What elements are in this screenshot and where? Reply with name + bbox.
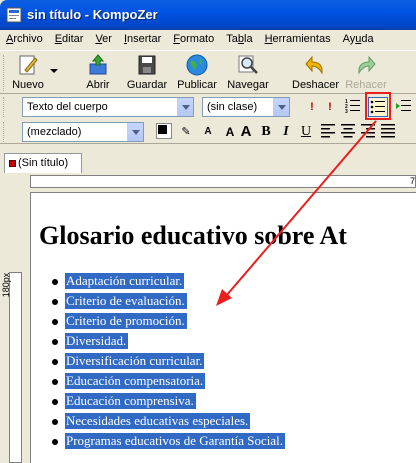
menu-editar[interactable]: Editar bbox=[49, 30, 90, 49]
numbered-list-icon: 1 2 3 bbox=[345, 99, 360, 115]
highlight-pencil-icon[interactable]: ✎ bbox=[176, 122, 196, 142]
bullet-icon bbox=[52, 439, 58, 445]
format-toolbar-2-grip[interactable] bbox=[3, 122, 6, 142]
new-button[interactable]: Nuevo bbox=[8, 53, 48, 93]
format-toolbar-grip[interactable] bbox=[3, 97, 6, 117]
bullet-icon bbox=[52, 419, 58, 425]
text-color-swatch bbox=[158, 125, 167, 134]
vertical-ruler-area: 180px bbox=[0, 192, 30, 463]
bullet-icon bbox=[52, 279, 58, 285]
redo-button[interactable]: Rehacer bbox=[344, 53, 388, 93]
list-item[interactable]: Adaptación curricular. bbox=[52, 273, 285, 293]
editor-area[interactable]: Glosario educativo sobre At Adaptación c… bbox=[30, 192, 416, 463]
publish-button[interactable]: Publicar bbox=[176, 53, 218, 93]
menu-herramientas[interactable]: Herramientas bbox=[259, 30, 337, 49]
menu-insertar[interactable]: Insertar bbox=[118, 30, 167, 49]
bullet-icon bbox=[52, 299, 58, 305]
align-left-button[interactable] bbox=[318, 122, 338, 142]
new-dropdown-arrow-icon[interactable] bbox=[50, 69, 58, 73]
bullet-icon bbox=[52, 319, 58, 325]
important-mark-2-icon[interactable]: ! bbox=[320, 97, 340, 117]
justify-button[interactable] bbox=[378, 122, 398, 142]
main-toolbar: Nuevo Abrir Guardar Publicar Navegar Des… bbox=[0, 50, 416, 94]
align-center-button[interactable] bbox=[338, 122, 358, 142]
bullet-icon bbox=[52, 399, 58, 405]
menu-ayuda[interactable]: Ayuda bbox=[337, 30, 380, 49]
kompozer-window: sin título - KompoZer Archivo Editar Ver… bbox=[0, 0, 416, 463]
justify-icon bbox=[381, 124, 395, 138]
format-toolbar-2: (mezclado) ✎ A A A B I U bbox=[0, 120, 416, 144]
align-left-icon bbox=[321, 124, 335, 138]
text-color-button[interactable] bbox=[156, 123, 172, 139]
undo-arrow-icon bbox=[305, 55, 323, 75]
font-select[interactable]: (mezclado) bbox=[22, 122, 144, 142]
format-toolbar-1: Texto del cuerpo (sin clase) ! ! 1 2 3 bbox=[0, 95, 416, 119]
unsaved-document-icon bbox=[9, 159, 16, 167]
menu-formato[interactable]: Formato bbox=[167, 30, 220, 49]
class-select[interactable]: (sin clase) bbox=[202, 97, 290, 117]
tab-sin-titulo[interactable]: (Sin título) bbox=[4, 153, 82, 173]
browse-magnifier-icon bbox=[238, 55, 258, 74]
document-heading[interactable]: Glosario educativo sobre At bbox=[39, 221, 347, 251]
redo-arrow-icon bbox=[358, 55, 376, 75]
italic-icon[interactable]: I bbox=[276, 122, 296, 142]
glossary-list: Adaptación curricular. Criterio de evalu… bbox=[52, 273, 285, 453]
align-center-icon bbox=[341, 124, 355, 138]
list-item[interactable]: Necesidades educativas especiales. bbox=[52, 413, 285, 433]
align-right-button[interactable] bbox=[358, 122, 378, 142]
horizontal-ruler: 7 bbox=[30, 175, 416, 188]
paragraph-format-select[interactable]: Texto del cuerpo bbox=[22, 97, 194, 117]
menu-archivo[interactable]: Archivo bbox=[0, 30, 49, 49]
align-right-icon bbox=[361, 124, 375, 138]
open-folder-icon bbox=[89, 54, 107, 75]
vertical-ruler-label: 180px bbox=[1, 272, 11, 298]
bullet-icon bbox=[52, 379, 58, 385]
save-disk-icon bbox=[138, 55, 156, 75]
list-item[interactable]: Criterio de evaluación. bbox=[52, 293, 285, 313]
menu-ver[interactable]: Ver bbox=[89, 30, 118, 49]
numbered-list-button[interactable]: 1 2 3 bbox=[343, 97, 363, 117]
outdent-icon bbox=[396, 100, 411, 111]
bold-icon[interactable]: B bbox=[256, 122, 276, 142]
new-document-icon bbox=[19, 55, 38, 75]
bullet-icon bbox=[52, 359, 58, 365]
toolbar-grip[interactable] bbox=[3, 55, 6, 91]
chevron-down-icon bbox=[127, 123, 143, 141]
window-title: sin título - KompoZer bbox=[27, 7, 158, 22]
list-item[interactable]: Programas educativos de Garantía Social. bbox=[52, 433, 285, 453]
underline-icon[interactable]: U bbox=[296, 122, 316, 142]
menu-bar: Archivo Editar Ver Insertar Formato Tabl… bbox=[0, 30, 416, 49]
annotation-highlight-box bbox=[365, 92, 391, 120]
important-mark-icon[interactable]: ! bbox=[302, 97, 322, 117]
list-item[interactable]: Criterio de promoción. bbox=[52, 313, 285, 333]
list-item[interactable]: Educación compensatoria. bbox=[52, 373, 285, 393]
undo-button[interactable]: Deshacer bbox=[292, 53, 339, 93]
menu-tabla[interactable]: Tabla bbox=[220, 30, 258, 49]
bullet-icon bbox=[52, 339, 58, 345]
list-item[interactable]: Diversificación curricular. bbox=[52, 353, 285, 373]
tab-strip: (Sin título) bbox=[0, 145, 416, 173]
save-button[interactable]: Guardar bbox=[126, 53, 168, 93]
list-item[interactable]: Educación comprensiva. bbox=[52, 393, 285, 413]
browse-button[interactable]: Navegar bbox=[226, 53, 270, 93]
list-item[interactable]: Diversidad. bbox=[52, 333, 285, 353]
open-button[interactable]: Abrir bbox=[80, 53, 116, 93]
kompozer-app-icon bbox=[6, 7, 22, 23]
title-bar[interactable]: sin título - KompoZer bbox=[0, 0, 416, 30]
decrease-font-size-icon[interactable]: A bbox=[198, 122, 218, 142]
chevron-down-icon bbox=[177, 98, 193, 116]
font-larger-icon[interactable]: A bbox=[236, 122, 256, 142]
chevron-down-icon bbox=[273, 98, 289, 116]
svg-text:3: 3 bbox=[345, 109, 348, 115]
outdent-button[interactable] bbox=[394, 97, 414, 117]
publish-globe-icon bbox=[186, 54, 208, 76]
